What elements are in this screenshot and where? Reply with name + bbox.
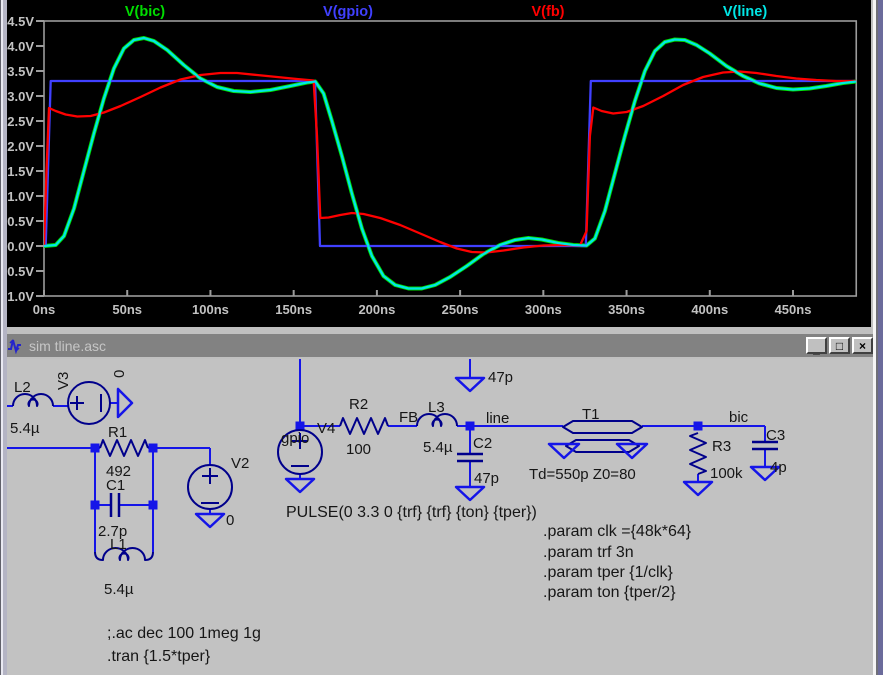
x-tick-label: 200ns bbox=[358, 302, 395, 317]
x-tick-label: 150ns bbox=[275, 302, 312, 317]
y-tick-label: 4.5V bbox=[7, 14, 34, 29]
directive-param-trf: .param trf 3n bbox=[543, 544, 634, 561]
label-C3-name: C3 bbox=[766, 427, 785, 444]
schematic-canvas[interactable]: L2 5.4µ V3 0 R1 492 C1 2.7p L1 5.4µ V2 0… bbox=[0, 359, 883, 675]
frame-edge-left bbox=[0, 0, 7, 675]
waveform-plot[interactable]: 4.5V 4.0V 3.5V 3.0V 2.5V 2.0V 1.5V 1.0V 0.5V 0.0V… bbox=[0, 0, 883, 327]
directive-tran: .tran {1.5*tper} bbox=[107, 648, 211, 665]
label-L1-name: L1 bbox=[110, 536, 127, 553]
frame-edge-right bbox=[873, 0, 883, 675]
label-T1-value: Td=550p Z0=80 bbox=[529, 466, 636, 483]
label-R3-name: R3 bbox=[712, 438, 731, 455]
x-tick-label: 450ns bbox=[775, 302, 812, 317]
schematic-window: sim tline.asc _ □ × bbox=[0, 327, 883, 675]
y-tick-label: 2.5V bbox=[7, 114, 34, 129]
label-C3-value: 4p bbox=[770, 459, 787, 476]
ground-icon bbox=[286, 479, 314, 492]
schematic-drawing: L2 5.4µ V3 0 R1 492 C1 2.7p L1 5.4µ V2 0… bbox=[0, 359, 883, 675]
y-tick-label: 1.0V bbox=[7, 189, 34, 204]
label-V3-name: V3 bbox=[55, 372, 72, 390]
schematic-titlebar: sim tline.asc _ □ × bbox=[0, 334, 883, 359]
label-R3-value: 100k bbox=[710, 465, 743, 482]
net-label-bic: bic bbox=[729, 409, 749, 426]
ground-icon bbox=[196, 514, 224, 527]
ground-icon-rotated bbox=[118, 389, 132, 417]
legend-label-Vfb[interactable]: V(fb) bbox=[531, 4, 564, 20]
minimize-button[interactable]: _ bbox=[806, 337, 827, 354]
net-label-line: line bbox=[486, 410, 509, 427]
x-tick-label: 50ns bbox=[112, 302, 142, 317]
directive-ac-comment: ;.ac dec 100 1meg 1g bbox=[107, 625, 261, 642]
label-L2-name: L2 bbox=[14, 379, 31, 396]
close-button[interactable]: × bbox=[852, 337, 873, 354]
label-V4-value: PULSE(0 3.3 0 {trf} {trf} {ton} {tper}) bbox=[286, 504, 537, 521]
legend-label-Vbic[interactable]: V(bic) bbox=[125, 4, 165, 20]
y-tick-label: -0.5V bbox=[3, 264, 34, 279]
y-tick-label: 2.0V bbox=[7, 139, 34, 154]
label-L2-value: 5.4µ bbox=[10, 420, 40, 437]
y-tick-label: -1.0V bbox=[3, 289, 34, 304]
label-L1-value: 5.4µ bbox=[104, 581, 134, 598]
y-tick-label: 1.5V bbox=[7, 164, 34, 179]
label-C2-value: 47p bbox=[474, 470, 499, 487]
capacitor-C2[interactable] bbox=[457, 454, 483, 461]
y-tick-label: 4.0V bbox=[7, 39, 34, 54]
resistor-R3[interactable] bbox=[690, 433, 706, 474]
label-C1-name: C1 bbox=[106, 477, 125, 494]
ltspice-icon bbox=[6, 337, 23, 354]
label-T1-name: T1 bbox=[582, 406, 600, 423]
capacitor-C1[interactable] bbox=[111, 493, 119, 517]
window-controls: _ □ × bbox=[806, 337, 873, 354]
x-tick-label: 100ns bbox=[192, 302, 229, 317]
directive-param-ton: .param ton {tper/2} bbox=[543, 584, 676, 601]
y-tick-label: 3.0V bbox=[7, 89, 34, 104]
y-tick-label: 0.0V bbox=[7, 239, 34, 254]
label-Ctop-value: 47p bbox=[488, 369, 513, 386]
label-C2-name: C2 bbox=[473, 435, 492, 452]
label-L3-value: 5.4µ bbox=[423, 439, 453, 456]
directive-param-clk: .param clk ={48k*64} bbox=[543, 523, 692, 540]
label-V2-name: V2 bbox=[231, 455, 249, 472]
net-label-fb: FB bbox=[399, 409, 418, 426]
label-V3-value: 0 bbox=[111, 370, 128, 378]
label-L3-name: L3 bbox=[428, 399, 445, 416]
x-tick-label: 350ns bbox=[608, 302, 645, 317]
plot-background bbox=[7, 0, 871, 327]
vsource-V3-polarity bbox=[70, 394, 101, 412]
label-V2-value: 0 bbox=[226, 512, 234, 529]
window-title: sim tline.asc bbox=[29, 338, 806, 354]
resistor-R1[interactable] bbox=[100, 440, 148, 456]
label-V4-name: V4 bbox=[317, 420, 335, 437]
ground-icon bbox=[456, 378, 484, 391]
legend-label-Vline[interactable]: V(line) bbox=[723, 4, 767, 20]
waveform-pane[interactable]: 4.5V 4.0V 3.5V 3.0V 2.5V 2.0V 1.5V 1.0V 0.5V 0.0V… bbox=[0, 0, 883, 327]
y-tick-label: 3.5V bbox=[7, 64, 34, 79]
directive-param-tper: .param tper {1/clk} bbox=[543, 564, 674, 581]
resistor-R2[interactable] bbox=[340, 418, 388, 434]
vsource-V2-polarity bbox=[201, 468, 219, 503]
net-label-gpio: gpio bbox=[281, 430, 309, 447]
ground-icon bbox=[456, 487, 484, 500]
label-R1-name: R1 bbox=[108, 424, 127, 441]
ltspice-app: 4.5V 4.0V 3.5V 3.0V 2.5V 2.0V 1.5V 1.0V 0.5V 0.0V… bbox=[0, 0, 883, 675]
y-tick-label: 0.5V bbox=[7, 214, 34, 229]
ground-icon bbox=[684, 482, 712, 495]
x-tick-label: 400ns bbox=[691, 302, 728, 317]
x-tick-label: 250ns bbox=[442, 302, 479, 317]
label-R2-value: 100 bbox=[346, 441, 371, 458]
maximize-button[interactable]: □ bbox=[829, 337, 850, 354]
legend-label-Vgpio[interactable]: V(gpio) bbox=[323, 4, 373, 20]
label-R2-name: R2 bbox=[349, 396, 368, 413]
x-tick-label: 0ns bbox=[33, 302, 55, 317]
x-tick-label: 300ns bbox=[525, 302, 562, 317]
